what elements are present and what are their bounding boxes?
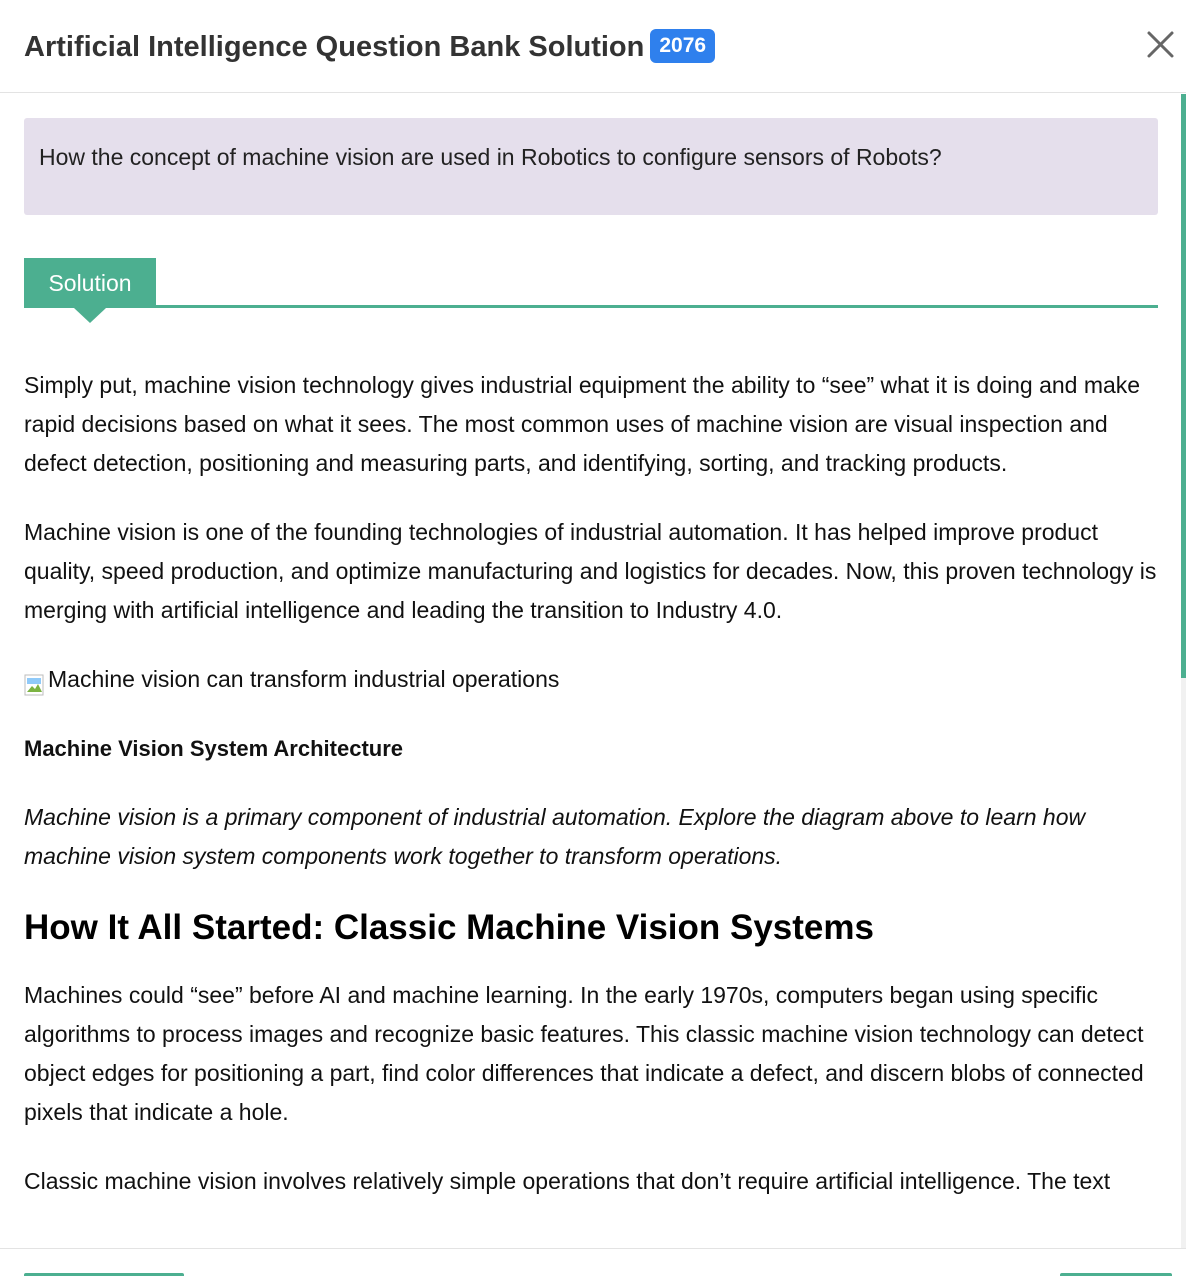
diagram-note: Machine vision is a primary component of… [24,804,1086,869]
close-icon [1147,31,1174,58]
paragraph-classic-continued: Classic machine vision involves relative… [24,1168,1111,1194]
image-alt-text: Machine vision can transform industrial … [48,666,560,692]
solution-modal: Artificial Intelligence Question Bank So… [0,0,1186,1276]
paragraph-history: Machine vision is one of the founding te… [24,519,1157,623]
modal-title-text: Artificial Intelligence Question Bank So… [24,31,645,63]
solution-tab-bar: Solution [24,258,1158,323]
solution-content: Simply put, machine vision technology gi… [24,366,1164,1231]
broken-image-icon [24,669,46,695]
paragraph-classic: Machines could “see” before AI and machi… [24,982,1144,1125]
question-text: How the concept of machine vision are us… [39,144,942,170]
section-heading: How It All Started: Classic Machine Visi… [24,908,874,947]
modal-body[interactable]: How the concept of machine vision are us… [0,94,1186,1248]
modal-header: Artificial Intelligence Question Bank So… [0,0,1186,93]
question-box: How the concept of machine vision are us… [24,118,1158,215]
broken-image: Machine vision can transform industrial … [24,660,1164,699]
modal-footer [0,1248,1186,1276]
year-badge: 2076 [650,29,716,63]
tab-underline [156,305,1158,308]
tab-pointer [74,308,106,323]
paragraph-intro: Simply put, machine vision technology gi… [24,372,1141,476]
section-title: Machine Vision System Architecture [24,736,404,761]
tab-solution[interactable]: Solution [24,258,156,308]
close-button[interactable] [1140,24,1182,66]
modal-title: Artificial Intelligence Question Bank So… [24,28,716,66]
scrollbar-thumb[interactable] [1181,94,1186,678]
